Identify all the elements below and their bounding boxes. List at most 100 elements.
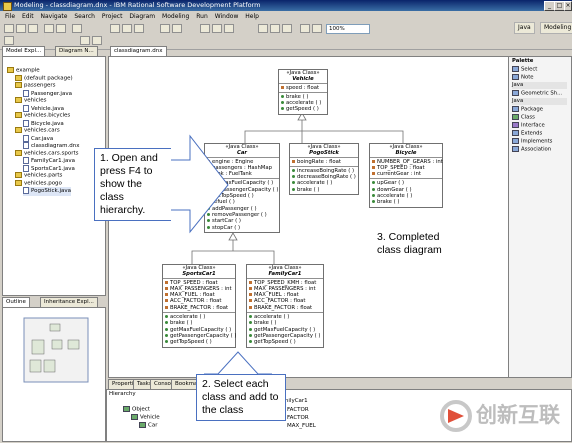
class-icon [139, 422, 146, 428]
bold-icon[interactable] [80, 36, 90, 45]
class-sportscar1[interactable]: «Java Class» SportsCar1 TOP_SPEED : floa… [162, 264, 236, 348]
menu-file[interactable]: File [5, 13, 15, 20]
field-item: FACTOR [287, 415, 309, 421]
diagram-file-icon [23, 142, 29, 149]
package-icon [15, 74, 22, 81]
menu-window[interactable]: Window [215, 13, 239, 20]
arrow-icon [512, 66, 519, 72]
palette-drawer-java[interactable]: Java [512, 82, 567, 89]
close-button[interactable]: × [564, 1, 572, 11]
perspective-java[interactable]: Java [514, 22, 535, 34]
debug-icon[interactable] [44, 24, 54, 33]
class-pogostick[interactable]: «Java Class» PogoStick boingRate : float… [289, 143, 359, 196]
class-car[interactable]: «Java Class» Car engine : Engine passeng… [204, 143, 280, 233]
java-file-icon [23, 134, 29, 142]
field-item: MAX_FUEL [287, 423, 316, 429]
line-style-icon[interactable] [258, 24, 268, 33]
operation: getTopSpeed ( ) [249, 339, 321, 345]
attributes-compartment: boingRate : float [290, 156, 358, 166]
align-center-icon[interactable] [212, 24, 222, 33]
tab-diagram-navigator[interactable]: Diagram N... [55, 46, 98, 56]
zoom-icon[interactable] [312, 24, 322, 33]
attributes-compartment: engine : Engine passengers : HashMap tan… [205, 156, 279, 179]
model-explorer-panel: example (default package) passengers Pas… [2, 56, 106, 296]
menu-edit[interactable]: Edit [22, 13, 34, 20]
menu-help[interactable]: Help [245, 13, 259, 20]
fill-color-icon[interactable] [270, 24, 280, 33]
operations-compartment: getMaxFuelCapacity ( ) getPassengerCapac… [205, 178, 279, 231]
perspective-modeling[interactable]: Modeling [540, 22, 572, 34]
attribute: boingRate : float [292, 159, 356, 165]
tab-classdiagram[interactable]: classdiagram.dnx [110, 46, 167, 56]
palette-association[interactable]: Association [512, 146, 551, 154]
logo-text: 创新互联 [476, 403, 560, 427]
menu-modeling[interactable]: Modeling [162, 13, 189, 20]
package-icon[interactable] [122, 24, 132, 33]
callout-step-1: 1. Open and press F4 to show the class h… [94, 148, 171, 221]
font-name-icon[interactable] [4, 36, 14, 45]
operation: getTopSpeed ( ) [165, 339, 233, 345]
palette-extends[interactable]: Extends [512, 130, 542, 138]
italic-icon[interactable] [92, 36, 102, 45]
palette-geometric-shapes[interactable]: Geometric Sh... [512, 90, 562, 98]
menu-run[interactable]: Run [196, 13, 208, 20]
package-icon [15, 97, 22, 103]
zoom-combo[interactable]: 100% [326, 24, 370, 34]
extends-icon [512, 130, 519, 136]
attribute: speed : float [281, 85, 325, 91]
arrange-icon[interactable] [300, 24, 310, 33]
menu-project[interactable]: Project [102, 13, 123, 20]
hierarchy-item[interactable]: Object [123, 406, 150, 414]
tab-model-explorer[interactable]: Model Expl... [2, 46, 46, 56]
attribute: tank : FuelTank [207, 171, 277, 177]
align-right-icon[interactable] [224, 24, 234, 33]
menu-diagram[interactable]: Diagram [129, 13, 155, 20]
palette-select[interactable]: Select [512, 66, 537, 74]
search-icon[interactable] [72, 24, 82, 33]
callout-step-3: 3. Completed class diagram [377, 231, 442, 256]
tree-item[interactable]: PogoStick.java [23, 187, 71, 196]
class-icon [131, 414, 138, 420]
palette-drawer-java-2[interactable]: Java [512, 98, 567, 105]
menu-bar: File Edit Navigate Search Project Diagra… [0, 12, 572, 21]
class-icon [512, 114, 519, 120]
class-vehicle[interactable]: «Java Class» Vehicle speed : float brake… [278, 69, 328, 115]
align-left-icon[interactable] [200, 24, 210, 33]
java-file-icon [23, 164, 29, 172]
forward-icon[interactable] [172, 24, 182, 33]
palette: Palette Select Note Java Geometric Sh...… [508, 56, 572, 378]
package-icon [15, 127, 22, 133]
class-icon[interactable] [134, 24, 144, 33]
open-type-icon[interactable] [110, 24, 120, 33]
operation: brake ( ) [372, 199, 440, 205]
class-familycar1[interactable]: «Java Class» FamilyCar1 TOP_SPEED_KMH : … [246, 264, 324, 348]
save-icon[interactable] [16, 24, 26, 33]
java-file-icon [23, 104, 29, 112]
menu-search[interactable]: Search [74, 13, 95, 20]
new-icon[interactable] [4, 24, 14, 33]
hierarchy-item[interactable]: Vehicle [131, 414, 160, 422]
font-color-icon[interactable] [282, 24, 292, 33]
operation: getSpeed ( ) [281, 106, 325, 112]
title-bar: Modeling - classdiagram.dnx - IBM Ration… [0, 0, 572, 11]
back-icon[interactable] [160, 24, 170, 33]
print-icon[interactable] [28, 24, 38, 33]
attributes-compartment: TOP_SPEED_KMH : float MAX_PASSENGERS : i… [247, 277, 323, 312]
package-icon [15, 172, 22, 178]
palette-note[interactable]: Note [512, 74, 534, 82]
palette-implements[interactable]: Implements [512, 138, 552, 146]
outline-panel [2, 307, 106, 442]
hierarchy-item[interactable]: Car [139, 422, 157, 430]
attribute: NUMBER_OF_GEARS : int [372, 159, 443, 165]
menu-navigate[interactable]: Navigate [41, 13, 68, 20]
tab-outline[interactable]: Outline [2, 297, 30, 307]
project-icon [7, 67, 14, 73]
palette-interface[interactable]: Interface [512, 122, 545, 130]
class-bicycle[interactable]: «Java Class» Bicycle NUMBER_OF_GEARS : i… [369, 143, 443, 208]
tab-inheritance-explorer[interactable]: Inheritance Expl... [40, 297, 98, 307]
run-icon[interactable] [56, 24, 66, 33]
package-icon [15, 149, 22, 156]
palette-package[interactable]: Package [512, 106, 543, 114]
palette-class[interactable]: Class [512, 114, 535, 122]
outline-thumbnail[interactable] [4, 314, 104, 394]
